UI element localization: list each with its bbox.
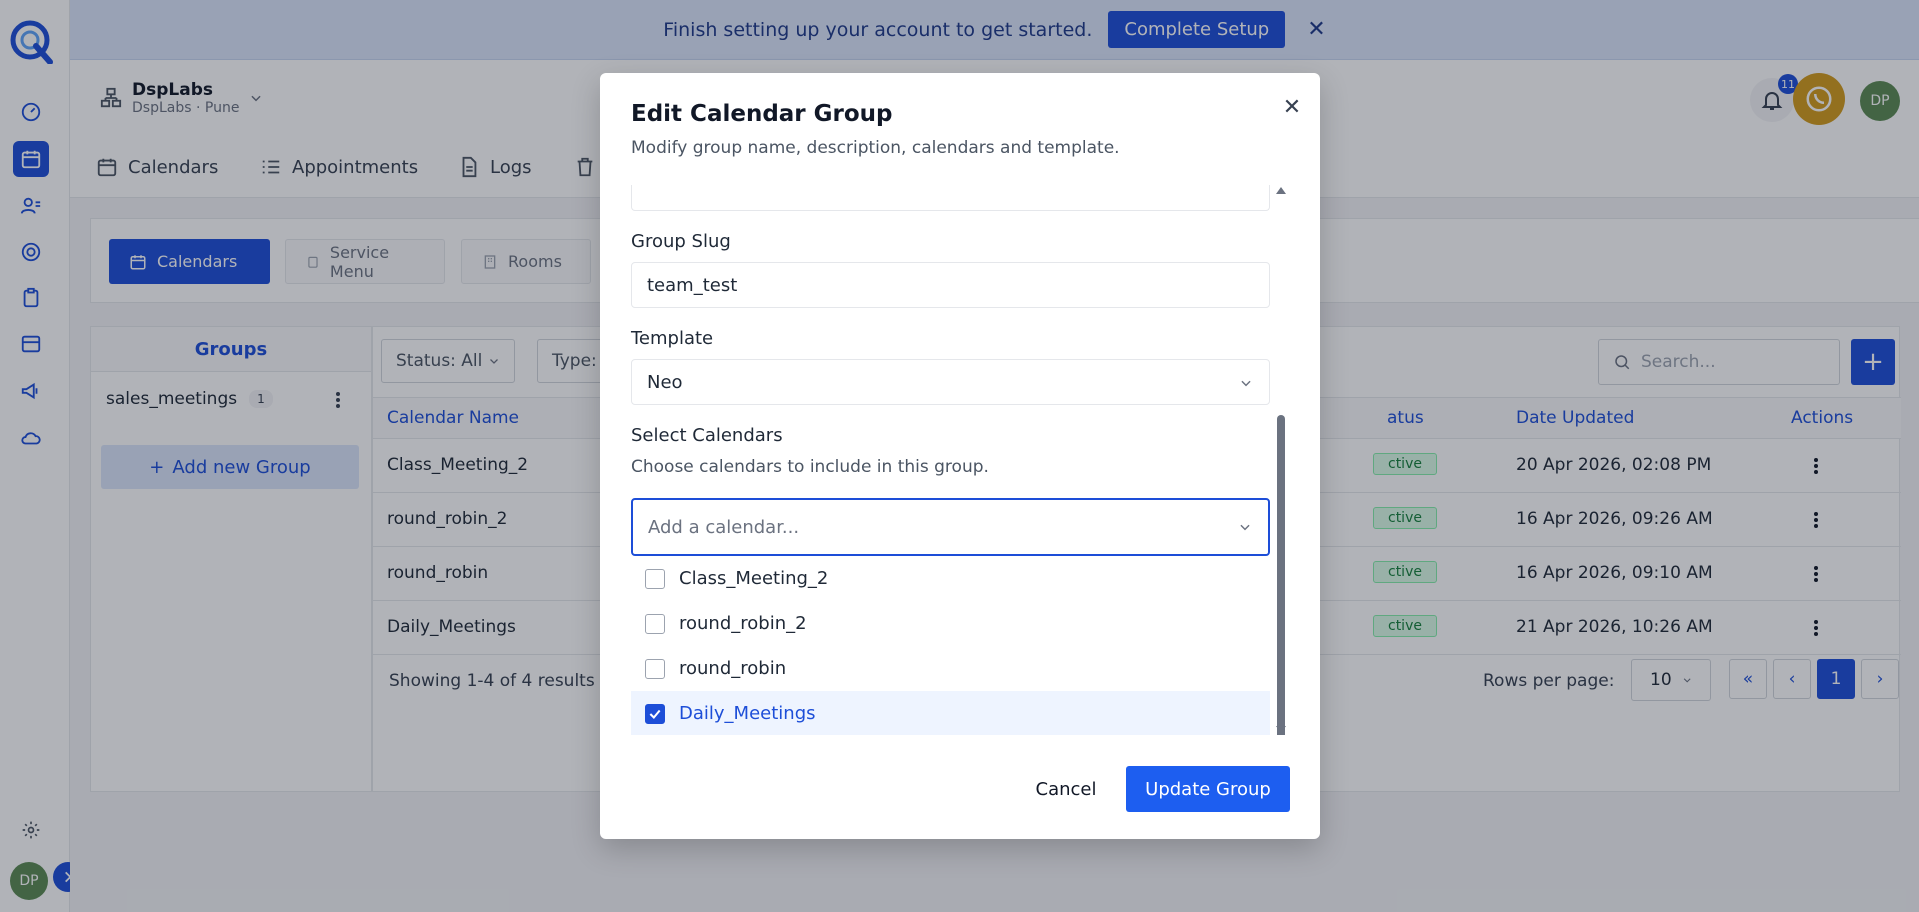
calendar-options-list: Class_Meeting_2 round_robin_2 round_robi…: [631, 556, 1270, 735]
select-calendars-label: Select Calendars: [631, 425, 783, 446]
group-slug-value: team_test: [647, 274, 738, 296]
check-icon: [649, 709, 661, 719]
calendar-combobox[interactable]: Add a calendar...: [631, 498, 1270, 556]
cancel-button[interactable]: Cancel: [1016, 766, 1116, 812]
chevron-down-icon: [1240, 524, 1250, 531]
calendar-option-label: Daily_Meetings: [679, 703, 816, 724]
checkbox[interactable]: [645, 613, 665, 634]
chevron-down-icon: [1241, 380, 1251, 387]
calendar-option-label: Class_Meeting_2: [679, 568, 829, 589]
modal-form-scroll-area: Group Slug team_test Template Neo Select…: [600, 185, 1320, 735]
select-calendars-help: Choose calendars to include in this grou…: [631, 457, 989, 477]
calendar-combobox-placeholder: Add a calendar...: [648, 516, 800, 538]
calendar-option[interactable]: Class_Meeting_2: [631, 556, 1270, 601]
modal-subtitle: Modify group name, description, calendar…: [631, 138, 1120, 158]
update-group-button[interactable]: Update Group: [1126, 766, 1290, 812]
scrollbar-thumb[interactable]: [1277, 415, 1285, 735]
description-field[interactable]: [631, 185, 1270, 211]
scroll-up-arrow-icon[interactable]: [1275, 185, 1287, 195]
modal-scrollbar[interactable]: [1275, 185, 1287, 735]
calendar-option-selected[interactable]: Daily_Meetings: [631, 691, 1270, 735]
group-slug-label: Group Slug: [631, 231, 731, 252]
template-label: Template: [631, 328, 714, 349]
calendar-option[interactable]: round_robin_2: [631, 601, 1270, 646]
calendar-option[interactable]: round_robin: [631, 646, 1270, 691]
template-select[interactable]: Neo: [631, 359, 1270, 405]
close-icon[interactable]: ✕: [1280, 95, 1304, 120]
calendar-option-label: round_robin_2: [679, 613, 807, 634]
checkbox[interactable]: [645, 568, 665, 589]
group-slug-input[interactable]: team_test: [631, 262, 1270, 308]
modal-title: Edit Calendar Group: [631, 101, 893, 127]
scroll-down-arrow-icon[interactable]: [1275, 725, 1287, 735]
edit-calendar-group-modal: ✕ Edit Calendar Group Modify group name,…: [600, 73, 1320, 839]
calendar-option-label: round_robin: [679, 658, 787, 679]
template-value: Neo: [647, 371, 683, 393]
checkbox[interactable]: [645, 658, 665, 679]
checkbox-checked[interactable]: [645, 703, 665, 724]
